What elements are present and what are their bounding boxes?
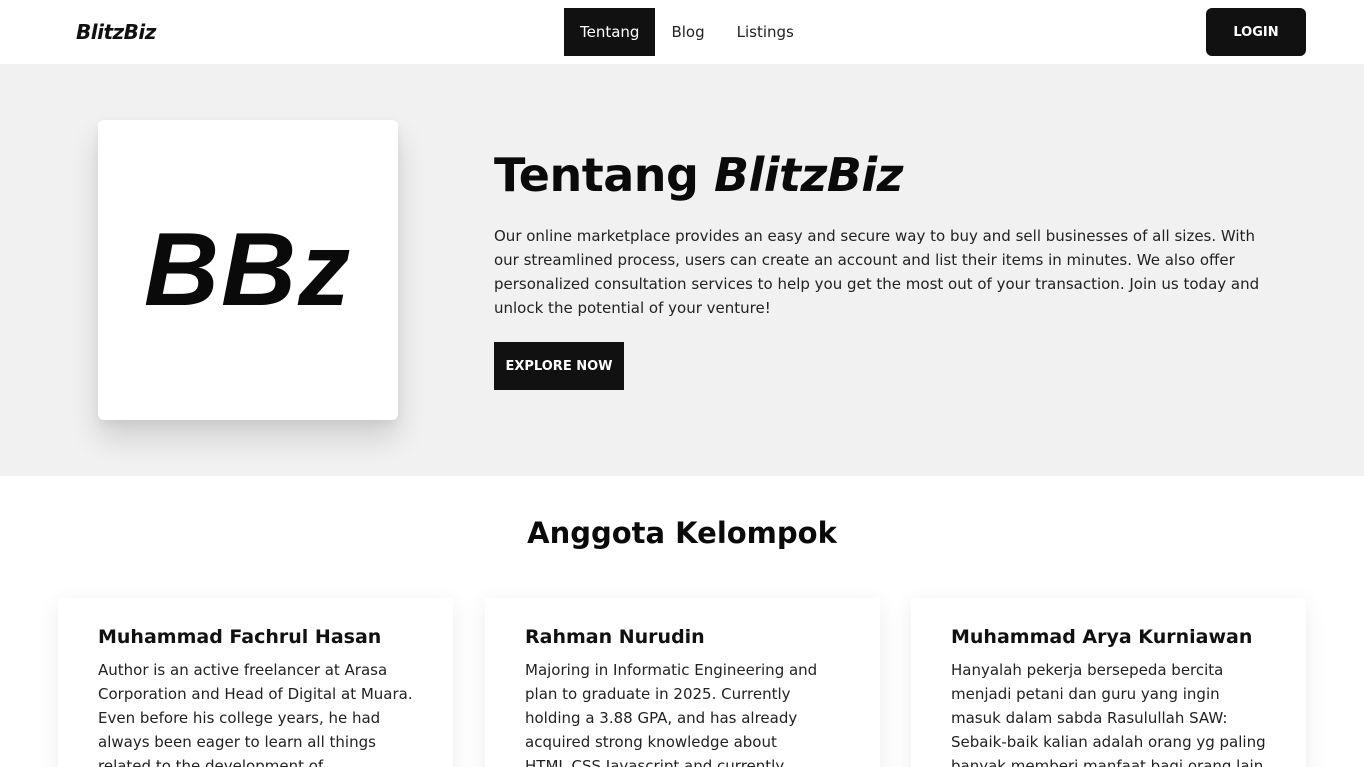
member-name: Muhammad Arya Kurniawan <box>951 626 1253 648</box>
nav-link-blog[interactable]: Blog <box>655 8 720 56</box>
navbar: BlitzBiz Tentang Blog Listings LOGIN <box>0 0 1364 64</box>
member-card: Muhammad Fachrul Hasan Author is an acti… <box>58 598 453 767</box>
member-bio: Hanyalah pekerja bersepeda bercita menja… <box>951 661 1266 767</box>
nav-link-tentang[interactable]: Tentang <box>564 8 656 56</box>
page-title: Tentang BlitzBiz <box>494 148 903 202</box>
explore-now-button[interactable]: EXPLORE NOW <box>494 342 624 390</box>
hero-description: Our online marketplace provides an easy … <box>494 227 1260 317</box>
member-bio: Author is an active freelancer at Arasa … <box>98 661 413 767</box>
bbz-logo: BBz <box>143 211 353 328</box>
team-section-title: Anggota Kelompok <box>527 516 837 550</box>
nav-menu: Tentang Blog Listings <box>564 8 810 56</box>
member-name: Muhammad Fachrul Hasan <box>98 626 382 648</box>
nav-link-listings[interactable]: Listings <box>721 8 810 56</box>
title-prefix: Tentang <box>494 148 714 202</box>
member-name: Rahman Nurudin <box>525 626 705 648</box>
title-brand: BlitzBiz <box>713 148 903 202</box>
member-card: Muhammad Arya Kurniawan Hanyalah pekerja… <box>911 598 1306 767</box>
logo-card: BBz <box>98 120 398 420</box>
login-button[interactable]: LOGIN <box>1206 8 1306 56</box>
brand-logo[interactable]: BlitzBiz <box>76 20 156 44</box>
member-card: Rahman Nurudin Majoring in Informatic En… <box>485 598 880 767</box>
hero-section: BBz Tentang BlitzBiz Our online marketpl… <box>0 64 1364 476</box>
member-bio: Majoring in Informatic Engineering and p… <box>525 661 818 767</box>
